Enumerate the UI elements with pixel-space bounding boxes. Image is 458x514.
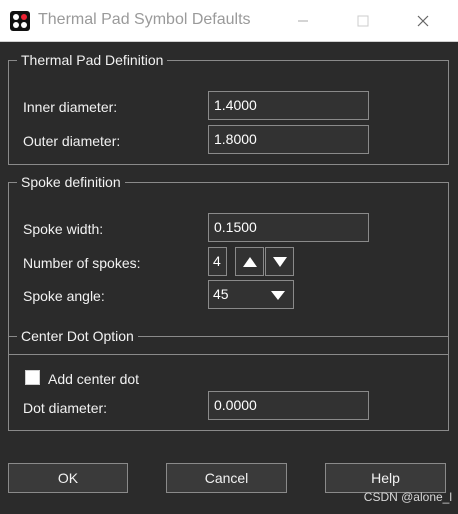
window-title: Thermal Pad Symbol Defaults	[38, 11, 251, 28]
inner-diameter-field[interactable]: 1.4000	[208, 91, 369, 120]
spoke-group-title: Spoke definition	[17, 172, 125, 192]
spoke-angle-select[interactable]: 45	[208, 280, 294, 309]
triangle-up-icon	[242, 256, 257, 267]
dot-diameter-field[interactable]: 0.0000	[208, 391, 369, 420]
spoke-angle-value: 45	[213, 286, 229, 302]
maximize-icon	[357, 15, 368, 27]
title-bar: Thermal Pad Symbol Defaults	[0, 0, 458, 42]
help-button[interactable]: Help	[325, 463, 446, 493]
maximize-button[interactable]	[340, 0, 385, 42]
thermal-pad-group-title: Thermal Pad Definition	[17, 50, 168, 70]
minimize-icon	[297, 20, 308, 22]
chevron-down-icon	[271, 291, 285, 300]
triangle-down-icon	[272, 256, 287, 267]
spoke-count-value[interactable]: 4	[208, 247, 227, 276]
close-icon	[417, 15, 428, 27]
cancel-button[interactable]: Cancel	[166, 463, 287, 493]
spoke-count-down-button[interactable]	[265, 247, 294, 276]
add-center-dot-checkbox[interactable]	[25, 370, 40, 385]
app-icon	[10, 11, 30, 31]
spoke-width-field[interactable]: 0.1500	[208, 213, 369, 242]
ok-button[interactable]: OK	[8, 463, 128, 493]
dot-diameter-label: Dot diameter:	[23, 400, 108, 416]
dialog-body: Thermal Pad Definition Inner diameter: 1…	[0, 42, 458, 514]
spoke-count-label: Number of spokes:	[23, 255, 141, 271]
add-center-dot-label[interactable]: Add center dot	[48, 370, 139, 388]
inner-diameter-label: Inner diameter:	[23, 99, 118, 115]
close-button[interactable]	[400, 0, 445, 42]
spoke-count-up-button[interactable]	[235, 247, 264, 276]
outer-diameter-field[interactable]: 1.8000	[208, 125, 369, 154]
spoke-angle-label: Spoke angle:	[23, 288, 105, 304]
spoke-width-label: Spoke width:	[23, 221, 104, 237]
watermark: CSDN @alone_l	[363, 490, 452, 504]
outer-diameter-label: Outer diameter:	[23, 133, 121, 149]
center-dot-group-title: Center Dot Option	[17, 326, 138, 346]
minimize-button[interactable]	[280, 0, 325, 42]
